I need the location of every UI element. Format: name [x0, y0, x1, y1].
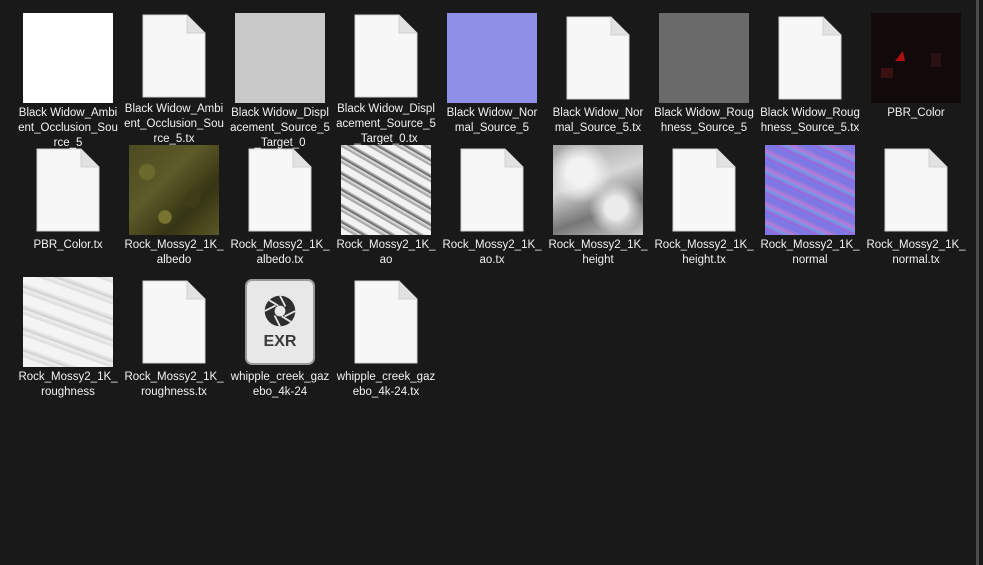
file-grid: Black Widow_Ambient_Occlusion_Source_5 B…	[15, 8, 966, 404]
texture-preview	[129, 145, 219, 235]
file-item[interactable]: Black Widow_Ambient_Occlusion_Source_5	[18, 8, 118, 149]
file-item[interactable]: Rock_Mossy2_1K_height	[548, 140, 648, 272]
file-name: Rock_Mossy2_1K_roughness.tx	[124, 371, 224, 398]
file-name: whipple_creek_gazebo_4k-24	[230, 371, 330, 398]
document-icon	[447, 145, 537, 235]
document-icon	[341, 13, 431, 99]
thumbnail	[235, 13, 325, 103]
aperture-icon	[264, 295, 296, 327]
thumbnail	[23, 13, 113, 103]
file-name: PBR_Color.tx	[33, 239, 103, 251]
vertical-scrollbar[interactable]	[976, 0, 979, 565]
file-item[interactable]: Rock_Mossy2_1K_normal	[760, 140, 860, 272]
file-item[interactable]: Rock_Mossy2_1K_height.tx	[654, 140, 754, 272]
texture-preview	[23, 13, 113, 103]
file-name: Black Widow_Roughness_Source_5	[654, 107, 754, 134]
file-item[interactable]: PBR_Color	[866, 8, 966, 140]
file-name: whipple_creek_gazebo_4k-24.tx	[336, 371, 436, 398]
file-name: Rock_Mossy2_1K_normal.tx	[866, 239, 966, 266]
file-name: Rock_Mossy2_1K_ao.tx	[442, 239, 542, 266]
file-item[interactable]: Black Widow_Ambient_Occlusion_Source_5.t…	[124, 8, 224, 145]
thumbnail	[341, 145, 431, 235]
file-item[interactable]: Rock_Mossy2_1K_ao	[336, 140, 436, 272]
file-name: Rock_Mossy2_1K_height	[548, 239, 648, 266]
document-icon	[129, 13, 219, 99]
file-name: Rock_Mossy2_1K_albedo	[124, 239, 224, 266]
file-name: Rock_Mossy2_1K_ao	[336, 239, 436, 266]
file-name: Black Widow_Normal_Source_5.tx	[552, 107, 644, 134]
file-item[interactable]: Rock_Mossy2_1K_ao.tx	[442, 140, 542, 272]
texture-preview	[553, 145, 643, 235]
file-name: PBR_Color	[887, 107, 945, 119]
thumbnail: EXR	[235, 277, 325, 367]
file-item[interactable]: Rock_Mossy2_1K_normal.tx	[866, 140, 966, 272]
document-icon	[871, 145, 961, 235]
document-icon	[235, 145, 325, 235]
exr-badge: EXR	[263, 333, 297, 350]
file-item[interactable]: Black Widow_Normal_Source_5.tx	[548, 8, 648, 140]
texture-preview	[871, 13, 961, 103]
document-icon	[765, 13, 855, 103]
exr-file-icon: EXR	[245, 279, 315, 365]
thumbnail	[447, 13, 537, 103]
texture-preview	[447, 13, 537, 103]
texture-preview	[765, 145, 855, 235]
file-item[interactable]: PBR_Color.tx	[18, 140, 118, 272]
file-name: Rock_Mossy2_1K_normal	[760, 239, 860, 266]
thumbnail	[23, 277, 113, 367]
file-item[interactable]: Black Widow_Displacement_Source_5_Target…	[230, 8, 330, 149]
texture-preview	[341, 145, 431, 235]
file-name: Rock_Mossy2_1K_height.tx	[654, 239, 754, 266]
file-item[interactable]: Black Widow_Normal_Source_5	[442, 8, 542, 140]
file-item[interactable]: EXR whipple_creek_gazebo_4k-24	[230, 272, 330, 404]
thumbnail	[553, 145, 643, 235]
thumbnail	[659, 13, 749, 103]
document-icon	[553, 13, 643, 103]
file-name: Black Widow_Normal_Source_5	[446, 107, 538, 134]
file-item[interactable]: Black Widow_Displacement_Source_5_Target…	[336, 8, 436, 145]
file-item[interactable]: Rock_Mossy2_1K_roughness	[18, 272, 118, 404]
document-icon	[659, 145, 749, 235]
file-item[interactable]: Black Widow_Roughness_Source_5.tx	[760, 8, 860, 140]
file-name: Rock_Mossy2_1K_albedo.tx	[230, 239, 330, 266]
file-item[interactable]: whipple_creek_gazebo_4k-24.tx	[336, 272, 436, 404]
texture-preview	[23, 277, 113, 367]
file-item[interactable]: Black Widow_Roughness_Source_5	[654, 8, 754, 140]
file-item[interactable]: Rock_Mossy2_1K_roughness.tx	[124, 272, 224, 404]
document-icon	[129, 277, 219, 367]
texture-preview	[235, 13, 325, 103]
document-icon	[341, 277, 431, 367]
thumbnail	[871, 13, 961, 103]
texture-preview	[659, 13, 749, 103]
thumbnail	[129, 145, 219, 235]
thumbnail	[765, 145, 855, 235]
file-item[interactable]: Rock_Mossy2_1K_albedo	[124, 140, 224, 272]
file-item[interactable]: Rock_Mossy2_1K_albedo.tx	[230, 140, 330, 272]
document-icon	[23, 145, 113, 235]
file-name: Black Widow_Roughness_Source_5.tx	[760, 107, 860, 134]
file-name: Rock_Mossy2_1K_roughness	[18, 371, 118, 398]
